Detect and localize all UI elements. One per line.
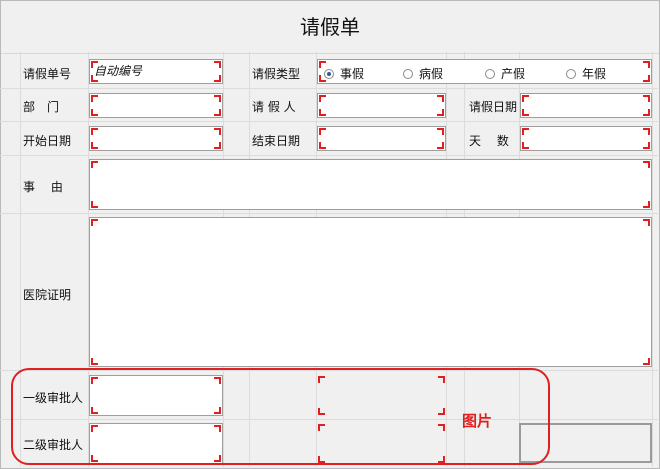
department-field[interactable]	[89, 93, 223, 118]
applicant-label: 请 假 人	[252, 100, 296, 114]
radio-sick-leave[interactable]: 病假	[403, 65, 443, 82]
end-date-label: 结束日期	[252, 134, 301, 148]
form-title: 请假单	[300, 15, 360, 39]
radio-annual-leave[interactable]: 年假	[566, 65, 606, 82]
radio-unselected-icon	[403, 68, 413, 79]
radio-label: 产假	[501, 67, 526, 81]
radio-personal-leave[interactable]: 事假	[324, 65, 364, 82]
leave-date-label: 请假日期	[469, 100, 518, 114]
grid-line	[0, 213, 658, 214]
title-bar: 请假单	[1, 1, 659, 54]
leave-date-field[interactable]	[520, 93, 652, 118]
applicant-field[interactable]	[317, 93, 446, 118]
days-label: 天 数	[469, 134, 509, 148]
leave-number-value: 自动编号	[94, 64, 143, 78]
radio-selected-icon	[324, 68, 334, 79]
radio-maternity-leave[interactable]: 产假	[485, 65, 525, 82]
hospital-proof-image-box[interactable]	[89, 217, 652, 367]
end-date-field[interactable]	[317, 126, 446, 151]
grid-line	[652, 52, 653, 467]
days-field[interactable]	[520, 126, 652, 151]
start-date-field[interactable]	[89, 126, 223, 151]
grid-line	[0, 88, 658, 89]
reason-textarea[interactable]	[89, 159, 652, 210]
radio-label: 事假	[340, 67, 365, 81]
radio-label: 病假	[419, 67, 444, 81]
radio-unselected-icon	[566, 68, 576, 79]
leave-type-label: 请假类型	[252, 67, 301, 81]
grid-line	[0, 121, 658, 122]
annotation-label: 图片	[462, 412, 493, 430]
hospital-proof-label: 医院证明	[23, 288, 72, 302]
leave-number-field[interactable]: 自动编号	[89, 59, 223, 84]
start-date-label: 开始日期	[23, 134, 72, 148]
leave-number-label: 请假单号	[23, 67, 72, 81]
radio-unselected-icon	[485, 68, 495, 79]
reason-label: 事 由	[23, 180, 63, 194]
department-label: 部 门	[23, 100, 60, 114]
radio-label: 年假	[582, 67, 607, 81]
grid-line	[0, 155, 658, 156]
